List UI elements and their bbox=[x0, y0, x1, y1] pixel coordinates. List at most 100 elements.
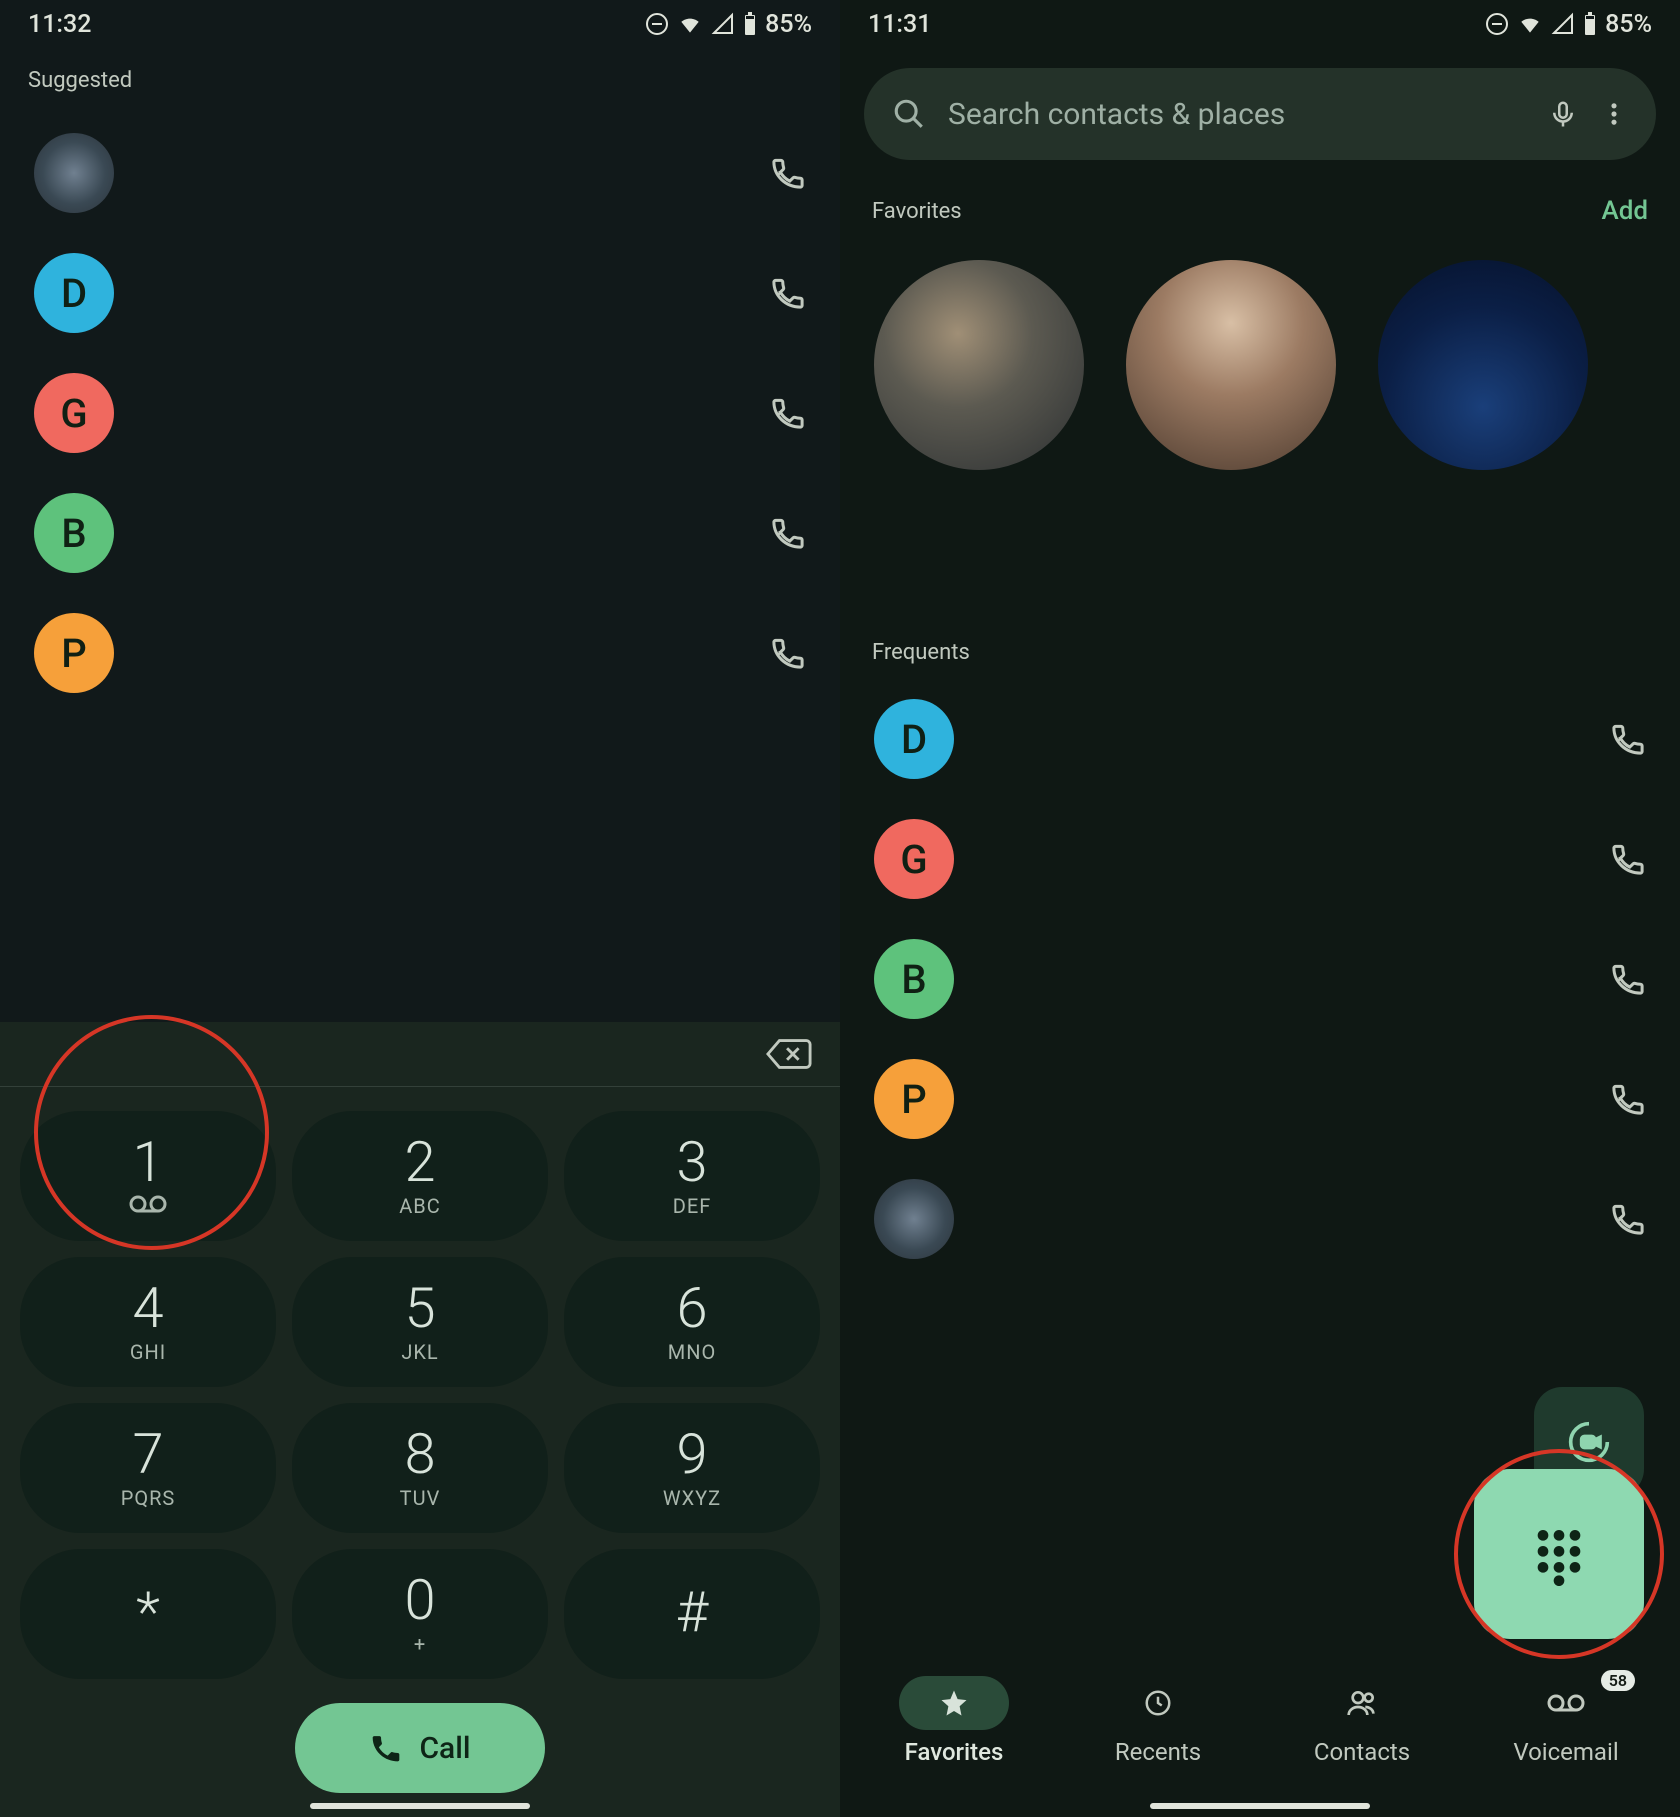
nav-label: Recents bbox=[1115, 1738, 1201, 1766]
contact-row[interactable]: B bbox=[0, 473, 840, 593]
favorites-label: Favorites bbox=[872, 199, 962, 224]
contact-row[interactable]: B bbox=[840, 919, 1680, 1039]
dnd-icon bbox=[1485, 12, 1509, 36]
contact-row[interactable] bbox=[840, 1159, 1680, 1279]
call-icon[interactable] bbox=[770, 275, 806, 311]
battery-icon bbox=[743, 12, 757, 36]
call-icon[interactable] bbox=[770, 395, 806, 431]
dialer-key-6[interactable]: 6MNO bbox=[564, 1257, 820, 1387]
dialer-key-4[interactable]: 4GHI bbox=[20, 1257, 276, 1387]
call-icon[interactable] bbox=[770, 515, 806, 551]
bottom-nav: Favorites Recents Contacts 58 Voicemail bbox=[840, 1651, 1680, 1791]
backspace-icon[interactable] bbox=[766, 1036, 812, 1072]
more-icon[interactable] bbox=[1600, 100, 1628, 128]
dialpad-fab[interactable] bbox=[1474, 1469, 1644, 1639]
add-favorite-button[interactable]: Add bbox=[1601, 196, 1648, 226]
key-sub: + bbox=[414, 1632, 426, 1656]
screenshot-right: 11:31 85% Search contacts & places bbox=[840, 0, 1680, 1817]
contact-row[interactable]: D bbox=[0, 233, 840, 353]
signal-icon bbox=[711, 12, 735, 36]
key-digit: 2 bbox=[404, 1134, 435, 1190]
status-icons: 85% bbox=[1485, 10, 1652, 39]
call-icon[interactable] bbox=[1610, 721, 1646, 757]
contact-avatar: G bbox=[874, 819, 954, 899]
status-time: 11:31 bbox=[868, 10, 931, 39]
mic-icon[interactable] bbox=[1548, 99, 1578, 129]
dialer-key-5[interactable]: 5 JKL bbox=[292, 1257, 548, 1387]
dialer-key-8[interactable]: 8 TUV bbox=[292, 1403, 548, 1533]
call-icon[interactable] bbox=[1610, 841, 1646, 877]
key-digit: 3 bbox=[676, 1134, 707, 1190]
contact-avatar: P bbox=[34, 613, 114, 693]
dialer-key-1[interactable]: 1 bbox=[20, 1111, 276, 1241]
wifi-icon bbox=[1517, 11, 1543, 37]
nav-favorites[interactable]: Favorites bbox=[899, 1676, 1009, 1766]
dialer-key-7[interactable]: 7 PQRS bbox=[20, 1403, 276, 1533]
contact-row[interactable]: P bbox=[840, 1039, 1680, 1159]
search-placeholder: Search contacts & places bbox=[948, 97, 1526, 132]
status-icons: 85% bbox=[645, 10, 812, 39]
favorites-row bbox=[840, 244, 1680, 480]
contact-avatar bbox=[874, 1179, 954, 1259]
suggested-label: Suggested bbox=[0, 48, 840, 113]
nav-recents[interactable]: Recents bbox=[1103, 1676, 1213, 1766]
key-sub: JKL bbox=[401, 1340, 438, 1364]
nav-voicemail[interactable]: 58 Voicemail bbox=[1511, 1676, 1621, 1766]
wifi-icon bbox=[677, 11, 703, 37]
key-sub bbox=[128, 1194, 168, 1219]
status-bar: 11:31 85% bbox=[840, 0, 1680, 48]
contact-avatar: G bbox=[34, 373, 114, 453]
contact-avatar: B bbox=[34, 493, 114, 573]
key-digit: # bbox=[676, 1584, 709, 1640]
nav-handle[interactable] bbox=[1150, 1803, 1370, 1809]
dialer-key-2[interactable]: 2 ABC bbox=[292, 1111, 548, 1241]
dialer-keypad: 12ABC3DEF4GHI5JKL6MNO7PQRS8TUV9WXYZ*0+# bbox=[0, 1087, 840, 1689]
key-sub: PQRS bbox=[121, 1486, 176, 1510]
contact-avatar: D bbox=[34, 253, 114, 333]
key-sub: TUV bbox=[400, 1486, 441, 1510]
favorite-contact[interactable] bbox=[874, 260, 1084, 470]
dialer-key-#[interactable]: # bbox=[564, 1549, 820, 1679]
key-digit: 9 bbox=[676, 1426, 707, 1482]
nav-label: Voicemail bbox=[1513, 1738, 1618, 1766]
call-icon[interactable] bbox=[1610, 1201, 1646, 1237]
call-icon[interactable] bbox=[1610, 1081, 1646, 1117]
key-sub: MNO bbox=[668, 1340, 717, 1364]
favorite-contact[interactable] bbox=[1126, 260, 1336, 470]
status-time: 11:32 bbox=[28, 10, 91, 39]
contact-row[interactable]: D bbox=[840, 679, 1680, 799]
nav-contacts[interactable]: Contacts bbox=[1307, 1676, 1417, 1766]
favorite-contact[interactable] bbox=[1378, 260, 1588, 470]
key-digit: 0 bbox=[404, 1572, 435, 1628]
key-digit: 8 bbox=[404, 1426, 435, 1482]
key-digit: 1 bbox=[132, 1134, 163, 1190]
contact-row[interactable]: G bbox=[0, 353, 840, 473]
battery-icon bbox=[1583, 12, 1597, 36]
call-label: Call bbox=[419, 1731, 470, 1766]
key-sub: DEF bbox=[673, 1194, 712, 1218]
call-button[interactable]: Call bbox=[295, 1703, 545, 1793]
dialer-key-*[interactable]: * bbox=[20, 1549, 276, 1679]
call-icon[interactable] bbox=[770, 155, 806, 191]
key-digit: 4 bbox=[132, 1280, 163, 1336]
dialer-key-0[interactable]: 0+ bbox=[292, 1549, 548, 1679]
dialer-key-3[interactable]: 3 DEF bbox=[564, 1111, 820, 1241]
status-battery: 85% bbox=[765, 10, 812, 39]
nav-label: Contacts bbox=[1314, 1738, 1410, 1766]
voicemail-badge: 58 bbox=[1601, 1670, 1635, 1691]
dialer-panel: 12ABC3DEF4GHI5JKL6MNO7PQRS8TUV9WXYZ*0+# … bbox=[0, 1022, 840, 1817]
nav-handle[interactable] bbox=[310, 1803, 530, 1809]
search-bar[interactable]: Search contacts & places bbox=[864, 68, 1656, 160]
key-digit: 7 bbox=[132, 1426, 163, 1482]
call-icon[interactable] bbox=[1610, 961, 1646, 997]
contact-row[interactable]: P bbox=[0, 593, 840, 713]
contact-row[interactable] bbox=[0, 113, 840, 233]
contact-row[interactable]: G bbox=[840, 799, 1680, 919]
search-icon bbox=[892, 97, 926, 131]
dialer-key-9[interactable]: 9WXYZ bbox=[564, 1403, 820, 1533]
key-sub: ABC bbox=[399, 1194, 441, 1218]
key-digit: 5 bbox=[404, 1280, 435, 1336]
call-icon[interactable] bbox=[770, 635, 806, 671]
status-bar: 11:32 85% bbox=[0, 0, 840, 48]
contact-avatar bbox=[34, 133, 114, 213]
